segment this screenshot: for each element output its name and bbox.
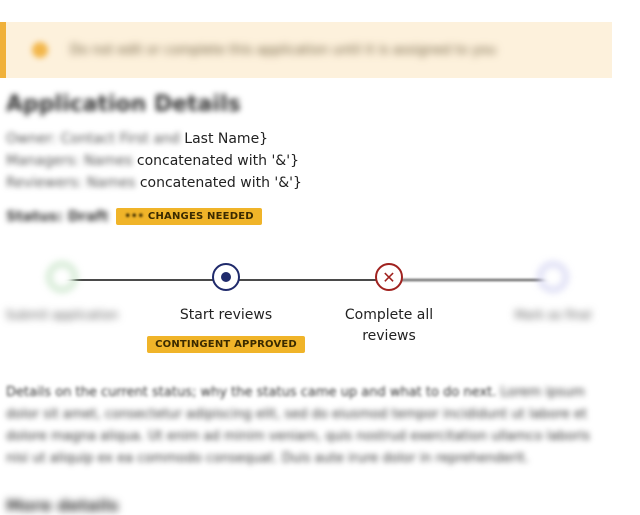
alert-banner: Do not edit or complete this application… <box>0 22 612 78</box>
owner-suffix: Last Name} <box>184 131 269 147</box>
step-complete-reviews[interactable]: ✕ Complete all reviews <box>329 263 449 347</box>
section-heading: More details <box>6 496 119 515</box>
badge-prefix: ••• <box>124 211 145 222</box>
contingent-approved-badge: CONTINGENT APPROVED <box>147 336 305 353</box>
owner-prefix: Owner: Contact First and <box>6 131 180 147</box>
changes-needed-badge: ••• CHANGES NEEDED <box>116 208 262 225</box>
step-label: Complete all reviews <box>344 307 434 344</box>
step-label: Mark as final <box>514 308 592 322</box>
managers-prefix: Managers: Names <box>6 153 133 169</box>
reviewers-line: Reviewers: Names concatenated with '&'} <box>6 172 302 194</box>
description-lead: Details on the current status; why the s… <box>6 385 497 400</box>
managers-line: Managers: Names concatenated with '&'} <box>6 150 302 172</box>
owner-line: Owner: Contact First and Last Name} <box>6 128 302 150</box>
detail-lines: Owner: Contact First and Last Name} Mana… <box>6 128 302 194</box>
step-label: Start reviews <box>179 307 273 323</box>
step-start-reviews[interactable]: Start reviews CONTINGENT APPROVED <box>126 263 326 353</box>
step-mark-final[interactable]: Mark as final <box>453 263 640 326</box>
reviewers-suffix: concatenated with '&'} <box>139 175 302 191</box>
status-description: Details on the current status; why the s… <box>6 382 606 470</box>
progress-stepper: Submit application Start reviews CONTING… <box>0 255 640 355</box>
badge-text: CHANGES NEEDED <box>147 211 254 222</box>
current-step-icon <box>212 263 240 291</box>
managers-suffix: concatenated with '&'} <box>136 153 299 169</box>
reviewers-prefix: Reviewers: Names <box>6 175 136 191</box>
alert-message: Do not edit or complete this application… <box>70 42 496 58</box>
page-title: Application Details <box>6 92 241 117</box>
close-icon: ✕ <box>375 263 403 291</box>
status-label: Status: Draft <box>6 208 109 225</box>
status-row: Status: Draft ••• CHANGES NEEDED <box>6 208 262 225</box>
pending-step-icon <box>539 263 567 291</box>
warning-icon <box>32 42 48 58</box>
check-icon <box>48 263 76 291</box>
